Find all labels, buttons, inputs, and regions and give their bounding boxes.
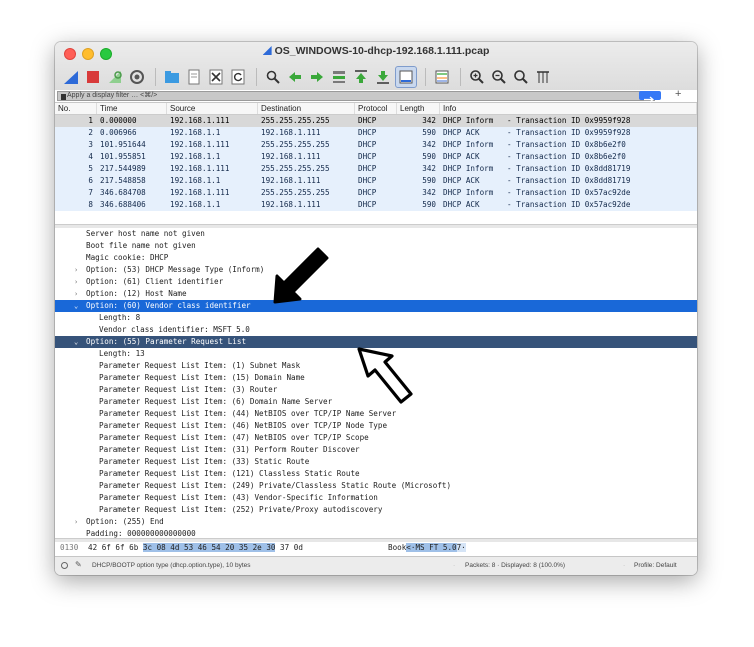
annotation-overlay: [273, 247, 413, 404]
annotation-arrow-down-left: [273, 247, 329, 304]
annotation-arrow-up-left: [357, 347, 413, 404]
